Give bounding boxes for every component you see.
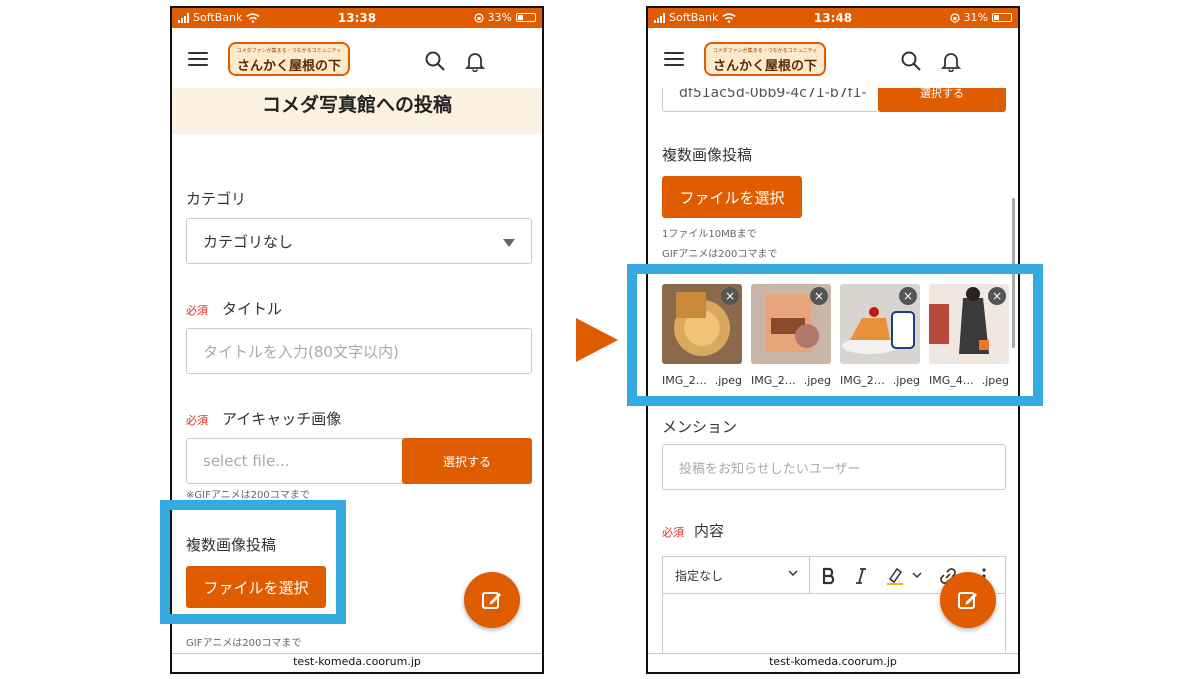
logo-name: さんかく屋根の下 [712, 59, 817, 74]
title-field-label: 必須 タイトル [186, 298, 282, 319]
menu-icon[interactable] [664, 52, 684, 66]
category-select-value: カテゴリなし [203, 232, 294, 251]
site-logo[interactable]: コメダファンが集まる・つながるコミュニティ さんかく屋根の下 [704, 42, 826, 76]
chevron-down-icon[interactable] [787, 567, 799, 579]
next-arrow-icon [576, 318, 618, 362]
battery-icon [992, 13, 1012, 22]
page-title: コメダ写真館への投稿 [172, 88, 542, 134]
title-input-placeholder: タイトルを入力(80文字以内) [203, 342, 399, 361]
multi-image-label: 複数画像投稿 [662, 146, 753, 164]
bold-icon[interactable] [821, 567, 837, 585]
status-bar: SoftBank 13:48 31% [648, 8, 1018, 28]
mention-placeholder: 投稿をお知らせしたいユーザー [679, 461, 861, 477]
mention-input[interactable]: 投稿をお知らせしたいユーザー [662, 444, 1006, 490]
search-icon[interactable] [424, 50, 446, 72]
italic-icon[interactable] [855, 567, 867, 585]
content-label: 必須 内容 [662, 520, 724, 541]
logo-name: さんかく屋根の下 [236, 59, 341, 74]
url-bar: test-komeda.coorum.jp [172, 653, 542, 672]
choose-file-button[interactable]: ファイルを選択 [662, 176, 802, 218]
logo-tagline: コメダファンが集まる・つながるコミュニティ [236, 48, 342, 54]
required-badge: 必須 [662, 526, 684, 539]
toolbar-divider [809, 557, 810, 593]
site-logo[interactable]: コメダファンが集まる・つながるコミュニティ さんかく屋根の下 [228, 42, 350, 76]
category-label: カテゴリ [186, 190, 247, 208]
logo-tagline: コメダファンが集まる・つながるコミュニティ [712, 48, 818, 54]
edit-icon [482, 592, 501, 609]
title-label-text: タイトル [222, 300, 283, 318]
eyecatch-label: 必須 アイキャッチ画像 [186, 408, 341, 429]
edit-icon [958, 592, 977, 609]
eyecatch-select-button[interactable]: 選択する [402, 438, 532, 484]
battery-percent: 33% [487, 11, 512, 24]
gif-note: GIFアニメは200コマまで [662, 249, 778, 260]
status-bar: SoftBank 13:38 33% [172, 8, 542, 28]
orientation-lock-icon [473, 12, 484, 23]
format-select[interactable]: 指定なし [675, 567, 723, 584]
menu-icon[interactable] [188, 52, 208, 66]
compose-button[interactable] [940, 572, 996, 628]
required-badge: 必須 [186, 304, 208, 317]
eyecatch-file-input[interactable]: select file... [186, 438, 404, 484]
battery-icon [516, 13, 536, 22]
battery-percent: 31% [963, 11, 988, 24]
app-header: コメダファンが集まる・つながるコミュニティ さんかく屋根の下 [648, 28, 1018, 88]
orientation-lock-icon [949, 12, 960, 23]
bell-icon[interactable] [464, 50, 486, 72]
highlight-box-image-previews [627, 264, 1043, 406]
mention-label: メンション [662, 418, 738, 436]
url-bar: test-komeda.coorum.jp [648, 653, 1018, 672]
category-select[interactable]: カテゴリなし [186, 218, 532, 264]
bell-icon[interactable] [940, 50, 962, 72]
eyecatch-note: ※GIFアニメは200コマまで [186, 490, 310, 501]
eyecatch-label-text: アイキャッチ画像 [222, 410, 342, 428]
dropdown-caret-icon [503, 239, 515, 247]
highlight-box-multi-image-button [160, 500, 346, 624]
content-label-text: 内容 [694, 522, 725, 540]
title-input[interactable]: タイトルを入力(80文字以内) [186, 328, 532, 374]
search-icon[interactable] [900, 50, 922, 72]
highlighter-icon[interactable] [885, 566, 905, 586]
multi-image-note: GIFアニメは200コマまで [186, 638, 302, 649]
required-badge: 必須 [186, 414, 208, 427]
app-header: コメダファンが集まる・つながるコミュニティ さんかく屋根の下 [172, 28, 542, 88]
eyecatch-placeholder: select file... [203, 452, 290, 470]
file-size-note: 1ファイル10MBまで [662, 229, 757, 240]
chevron-down-icon[interactable] [911, 569, 923, 581]
compose-button[interactable] [464, 572, 520, 628]
